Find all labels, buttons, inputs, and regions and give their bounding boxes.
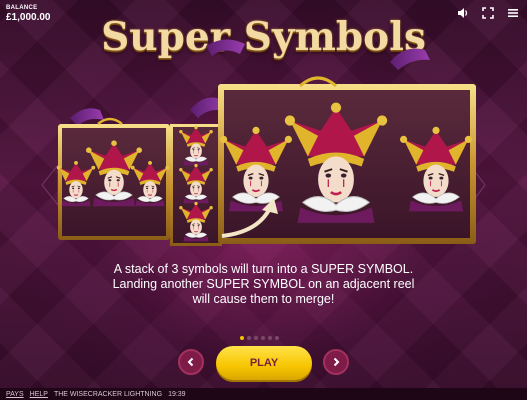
page-dot[interactable] — [275, 336, 279, 340]
page-dot[interactable] — [268, 336, 272, 340]
page-dot[interactable] — [261, 336, 265, 340]
page-dot[interactable] — [254, 336, 258, 340]
chevron-right-icon — [333, 357, 340, 367]
feature-description: A stack of 3 symbols will turn into a SU… — [60, 262, 467, 307]
page-indicator — [240, 336, 279, 340]
pays-link[interactable]: PAYS — [6, 391, 24, 398]
description-line-1: A stack of 3 symbols will turn into a SU… — [113, 262, 414, 276]
help-link[interactable]: HELP — [30, 391, 48, 398]
description-line-3: will cause them to merge! — [192, 292, 335, 306]
page-dot[interactable] — [240, 336, 244, 340]
clock-time: 19:39 — [168, 390, 186, 398]
chevron-left-icon — [187, 357, 194, 367]
next-button[interactable] — [323, 349, 349, 375]
previous-button[interactable] — [178, 349, 204, 375]
page-dot[interactable] — [247, 336, 251, 340]
game-name: THE WISECRACKER LIGHTNING — [53, 390, 163, 398]
play-button[interactable]: PLAY — [216, 346, 312, 380]
super-symbols-illustration — [41, 39, 486, 246]
footer-bar: PAYS HELP THE WISECRACKER LIGHTNING 19:3… — [0, 388, 527, 400]
description-line-2: Landing another SUPER SYMBOL on an adjac… — [112, 277, 415, 291]
